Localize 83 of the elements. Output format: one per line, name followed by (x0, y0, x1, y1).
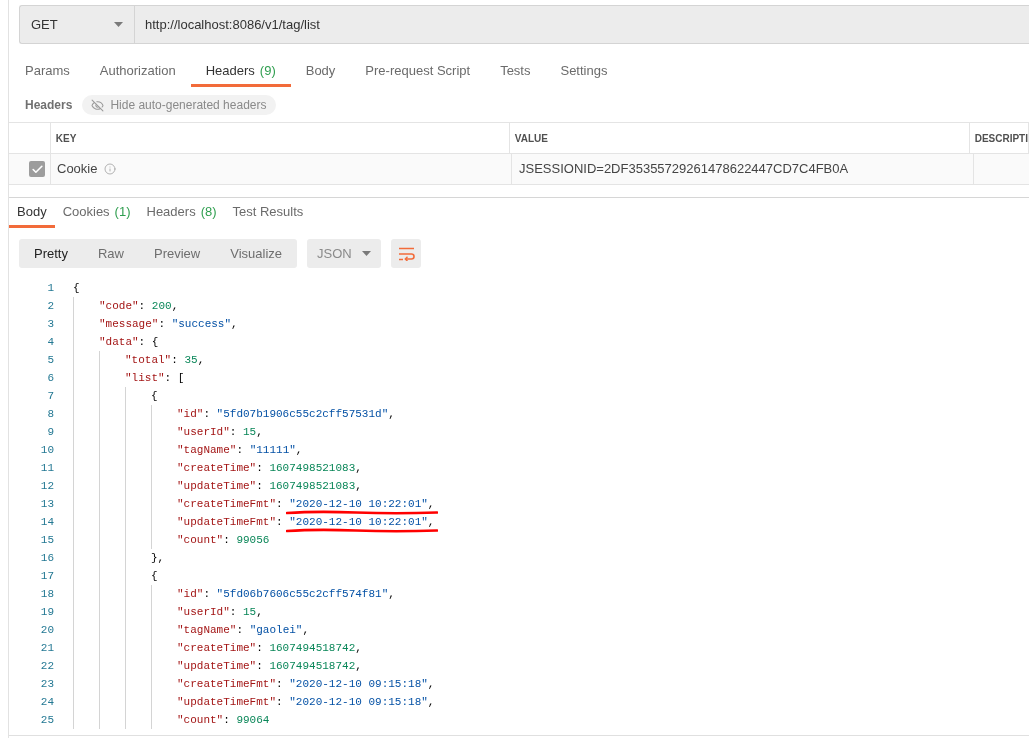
code-line: { (151, 569, 158, 583)
code-line: }, (151, 551, 165, 565)
section-label: Headers (25, 97, 73, 114)
line-number: 22 (40, 659, 54, 673)
code-line: { (151, 389, 158, 403)
code-line: "total": 35, (125, 353, 205, 367)
response-tab[interactable]: Test Results (224, 198, 312, 228)
line-number: 13 (40, 497, 54, 511)
line-number: 23 (40, 677, 54, 691)
code-line: "userId": 15, (177, 605, 263, 619)
request-tab[interactable]: Params (10, 58, 85, 87)
line-number: 14 (40, 515, 54, 529)
request-tab[interactable]: Pre-request Script (350, 58, 486, 87)
view-mode-button[interactable]: Raw (82, 239, 139, 268)
request-tab[interactable]: Tests (485, 58, 546, 87)
request-tab[interactable]: Settings (545, 58, 623, 87)
table-cell-text: Cookie (57, 160, 98, 179)
code-line: "tagName": "gaolei", (177, 623, 310, 637)
code-line: "id": "5fd07b1906c55c2cff57531d", (177, 407, 395, 421)
code-line: "code": 200, (99, 299, 179, 313)
code-line: "createTimeFmt": "2020-12-10 10:22:01", (177, 497, 435, 511)
code-line: "data": { (99, 335, 159, 349)
response-tab[interactable]: Body (9, 198, 55, 228)
code-line: "tagName": "11111", (177, 443, 303, 457)
column-header: KEY (55, 131, 77, 146)
code-line: "updateTimeFmt": "2020-12-10 10:22:01", (177, 515, 435, 529)
line-number: 25 (40, 713, 54, 727)
column-header: DESCRIPTI (974, 131, 1028, 146)
line-number: 8 (47, 407, 54, 421)
line-number: 15 (40, 533, 54, 547)
code-line: "count": 99056 (177, 533, 270, 547)
line-number: 17 (40, 569, 54, 583)
url-field[interactable]: http://localhost:8086/v1/tag/list (135, 6, 1029, 43)
line-number: 4 (47, 335, 54, 349)
row-checkbox[interactable] (29, 161, 45, 177)
caret-icon (362, 251, 372, 256)
line-number: 5 (47, 353, 54, 367)
column-header: VALUE (514, 131, 548, 146)
line-number: 21 (40, 641, 54, 655)
line-number: 3 (47, 317, 54, 331)
code-line: "updateTime": 1607498521083, (177, 479, 362, 493)
line-number: 20 (40, 623, 54, 637)
line-number: 12 (40, 479, 54, 493)
method-dropdown[interactable]: GET (20, 6, 135, 43)
code-line: "createTime": 1607498521083, (177, 461, 362, 475)
line-number: 24 (40, 695, 54, 709)
eye-slash-icon (91, 98, 105, 112)
check-icon (30, 162, 44, 176)
code-line: "createTime": 1607494518742, (177, 641, 362, 655)
wrap-lines-icon (397, 246, 415, 261)
view-mode-button[interactable]: Preview (139, 239, 216, 268)
code-line: "updateTime": 1607494518742, (177, 659, 362, 673)
caret-icon (114, 22, 123, 27)
line-number: 10 (40, 443, 54, 457)
code-line: "list": [ (125, 371, 185, 385)
line-number: 2 (47, 299, 54, 313)
line-number: 19 (40, 605, 54, 619)
view-mode-button[interactable]: Pretty (19, 239, 83, 268)
code-line: { (73, 281, 80, 295)
line-number: 11 (40, 461, 54, 475)
line-number: 16 (40, 551, 54, 565)
code-line: "count": 99064 (177, 713, 270, 727)
view-mode-button[interactable]: Visualize (215, 239, 298, 268)
request-tab[interactable]: Headers (9) (190, 58, 291, 87)
code-line: "userId": 15, (177, 425, 263, 439)
table-cell-text: JSESSIONID=2DF35355729261478622447CD7C4FB0A (519, 160, 849, 179)
line-number: 18 (40, 587, 54, 601)
code-line: "id": "5fd06b7606c55c2cff574f81", (177, 587, 395, 601)
request-tab[interactable]: Authorization (84, 58, 191, 87)
format-dropdown[interactable]: JSON (307, 239, 382, 268)
response-tab[interactable]: Cookies (1) (54, 198, 139, 228)
code-line: "updateTimeFmt": "2020-12-10 09:15:18", (177, 695, 435, 709)
code-line: "message": "success", (99, 317, 238, 331)
line-number: 9 (47, 425, 54, 439)
response-tab[interactable]: Headers (8) (138, 198, 225, 228)
line-number: 6 (47, 371, 54, 385)
info-icon (104, 163, 117, 175)
code-line: "createTimeFmt": "2020-12-10 09:15:18", (177, 677, 435, 691)
line-number: 1 (47, 281, 54, 295)
line-number: 7 (47, 389, 54, 403)
wrap-button[interactable] (391, 239, 422, 268)
request-tab[interactable]: Body (290, 58, 351, 87)
hide-headers-toggle[interactable]: Hide auto-generated headers (82, 95, 276, 115)
